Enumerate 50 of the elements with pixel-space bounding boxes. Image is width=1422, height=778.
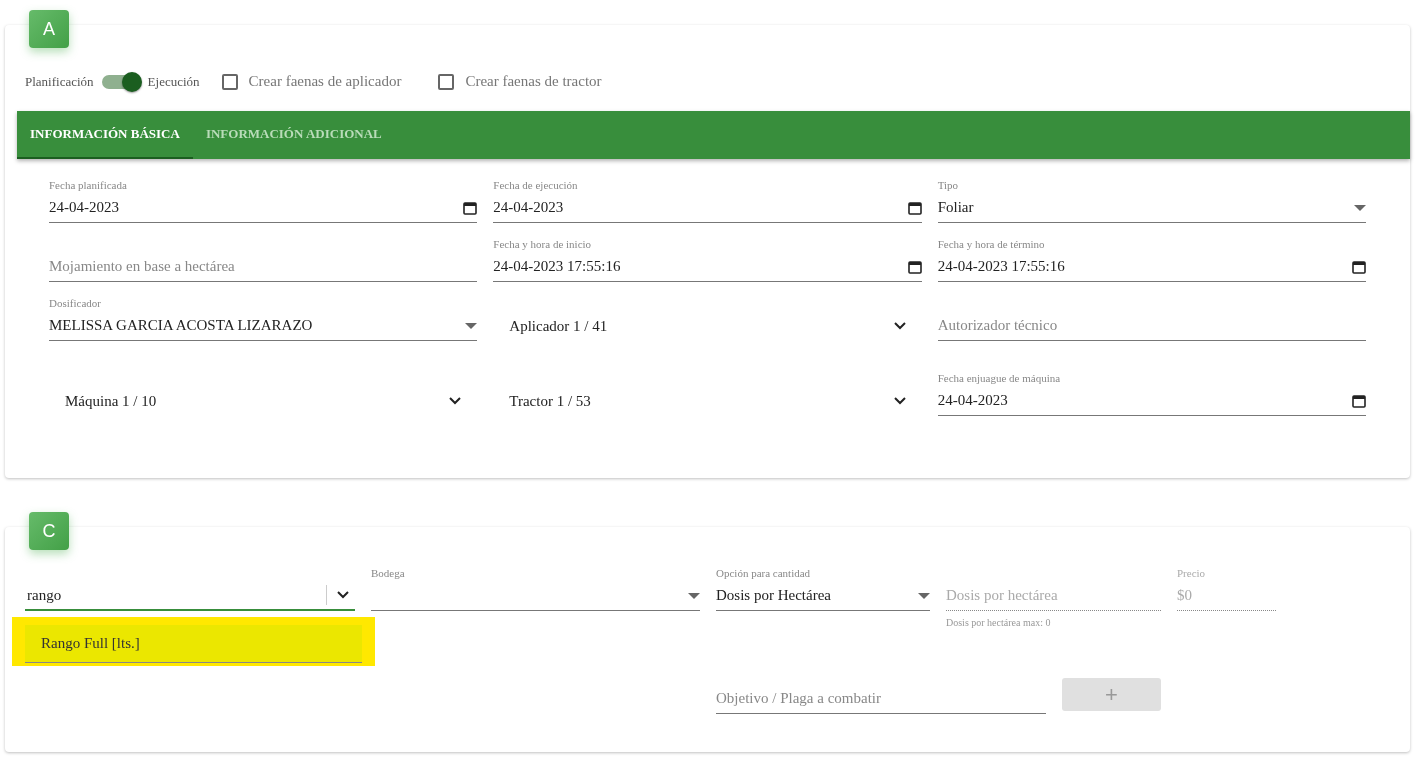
calendar-icon xyxy=(1352,259,1366,274)
text-field[interactable]: Mojamiento en base a hectárea xyxy=(49,252,478,282)
dropdown-arrow-icon xyxy=(465,322,478,329)
combo-select[interactable]: Tractor 1 / 53 xyxy=(493,386,922,416)
mode-toggle[interactable] xyxy=(101,74,140,89)
field-label: Fecha de ejecución xyxy=(493,179,578,191)
date-field[interactable]: 24-04-2023 xyxy=(49,193,478,223)
date-field[interactable]: 24-04-2023 xyxy=(493,193,922,223)
checkbox-label: Crear faenas de aplicador xyxy=(248,72,402,92)
search-combo[interactable]: rango xyxy=(25,581,355,611)
dropdown-arrow-icon xyxy=(688,592,700,599)
chevron-down-icon xyxy=(893,397,906,405)
chevron-down-icon xyxy=(337,591,349,599)
field-label: Dosificador xyxy=(49,297,101,309)
checkbox[interactable] xyxy=(438,73,455,90)
dropdown-arrow-icon xyxy=(1354,204,1366,211)
select-field[interactable]: Dosis por Hectárea xyxy=(716,581,930,611)
text-field[interactable]: Objetivo / Plaga a combatir xyxy=(716,684,1046,714)
dropdown-option[interactable]: Rango Full [lts.] xyxy=(25,625,362,663)
date-field[interactable]: 24-04-2023 17:55:16 xyxy=(493,252,922,282)
toggle-label: Planificación xyxy=(25,72,94,91)
text-field[interactable]: Autorizador técnico xyxy=(937,311,1366,341)
date-field[interactable]: 24-04-2023 xyxy=(937,386,1366,416)
checkbox-label: Crear faenas de tractor xyxy=(465,72,602,92)
combo-select[interactable]: Máquina 1 / 10 xyxy=(49,386,478,416)
toggle-label: Ejecución xyxy=(147,72,200,91)
calendar-icon xyxy=(907,259,922,274)
tab[interactable]: INFORMACIÓN BÁSICA xyxy=(17,111,193,159)
dropdown-arrow-icon xyxy=(918,592,930,599)
combo-select[interactable]: Aplicador 1 / 41 xyxy=(493,311,922,341)
calendar-icon xyxy=(1352,393,1366,408)
section-badge: A xyxy=(29,10,69,48)
checkbox[interactable] xyxy=(221,73,238,90)
select-field[interactable]: MELISSA GARCIA ACOSTA LIZARAZO xyxy=(49,311,478,341)
select-field[interactable]: Foliar xyxy=(937,193,1366,223)
field-label: Precio xyxy=(1177,567,1206,579)
chevron-down-icon xyxy=(449,397,462,405)
field-label: Fecha y hora de inicio xyxy=(493,238,592,250)
hint-text: Dosis por hectárea max: 0 xyxy=(946,616,1052,630)
field-label: Fecha y hora de término xyxy=(937,238,1045,250)
chevron-down-icon xyxy=(893,322,906,330)
date-field[interactable]: 24-04-2023 17:55:16 xyxy=(937,252,1366,282)
section-badge: C xyxy=(29,512,69,550)
field-label: Opción para cantidad xyxy=(716,567,811,579)
calendar-icon xyxy=(907,200,922,215)
field-label: Fecha planificada xyxy=(49,179,127,191)
field-label: Bodega xyxy=(371,567,405,579)
field-label: Tipo xyxy=(937,179,959,191)
calendar-icon xyxy=(463,200,478,215)
field-label: Fecha enjuague de máquina xyxy=(937,372,1061,384)
